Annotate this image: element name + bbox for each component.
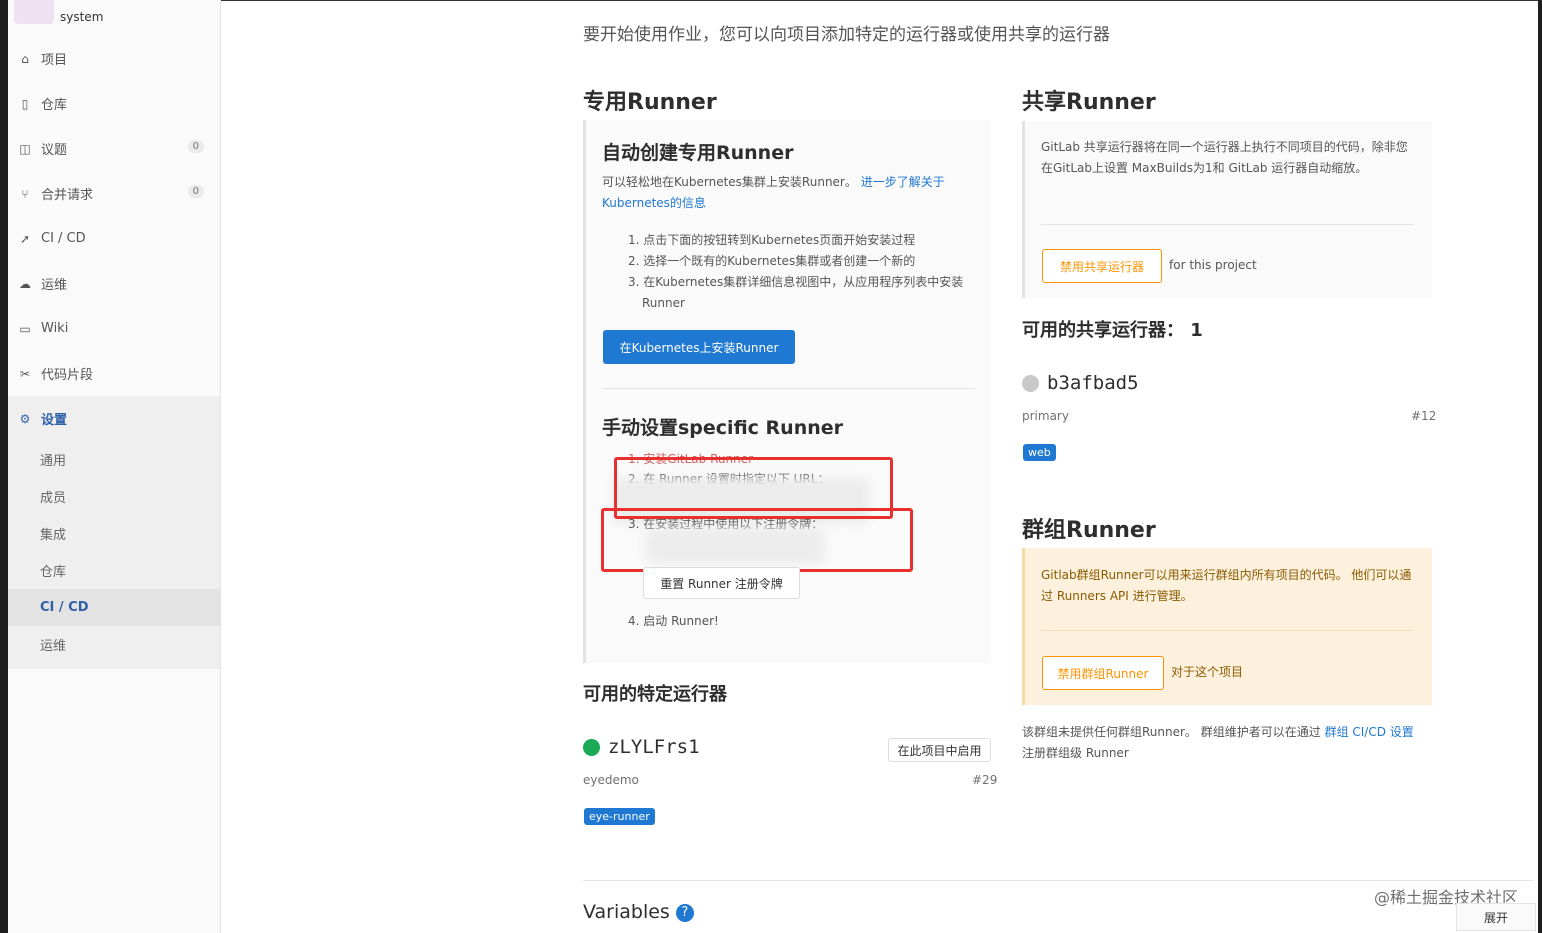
specific-runner-title: 专用Runner — [583, 90, 717, 115]
runner-online-status-icon — [583, 738, 600, 756]
window-frame-left — [0, 0, 8, 933]
issues-count-badge: 0 — [187, 140, 204, 153]
no-group-runners-text: 该群组未提供任何群组Runner。 群组维护者可以在通过 群组 CI/CD 设置… — [1022, 722, 1422, 764]
auto-create-desc-text: 可以轻松地在Kubernetes集群上安装Runner。 — [602, 175, 857, 189]
sidebar-item-issues[interactable]: ◫ 议题 0 — [8, 126, 220, 171]
settings-submenu: 通用 成员 集成 仓库 CI / CD 运维 — [8, 441, 220, 669]
expand-button[interactable]: 展开 — [1456, 903, 1536, 931]
merge-requests-count-badge: 0 — [187, 185, 204, 198]
specific-runner-name[interactable]: zLYLFrs1 — [608, 736, 700, 758]
question-icon[interactable]: ? — [675, 903, 694, 922]
doc-icon: ▯ — [21, 96, 29, 111]
runner-offline-status-icon — [1022, 374, 1039, 392]
sidebar-item-label: 设置 — [41, 413, 68, 428]
install-runner-kubernetes-button[interactable]: 在Kubernetes上安装Runner — [603, 330, 795, 364]
disable-group-runners-button[interactable]: 禁用群组Runner — [1042, 656, 1164, 690]
available-shared-runners-title: 可用的共享运行器： 1 — [1022, 320, 1203, 341]
shared-for-project-text: for this project — [1169, 258, 1257, 272]
auto-step-2: 2. 选择一个既有的Kubernetes集群或者创建一个新的 — [628, 254, 916, 268]
shared-divider — [1041, 224, 1413, 225]
sidebar-item-snippets[interactable]: ✂ 代码片段 — [8, 351, 220, 396]
shared-runner-id: #12 — [1411, 409, 1437, 423]
disable-shared-runners-button[interactable]: 禁用共享运行器 — [1042, 249, 1162, 283]
shared-runner-name[interactable]: b3afbad5 — [1047, 372, 1139, 394]
sidebar-subitem-repository[interactable]: 仓库 — [8, 552, 220, 589]
token-highlight-box — [601, 508, 913, 572]
specific-runner-row: zLYLFrs1 — [583, 736, 700, 758]
merge-icon: ⑂ — [21, 186, 29, 201]
sidebar-item-label: 合并请求 — [41, 188, 94, 203]
sidebar-item-label: Wiki — [41, 321, 69, 336]
reset-registration-token-button[interactable]: 重置 Runner 注册令牌 — [643, 567, 800, 599]
cloud-icon: ☁ — [19, 276, 31, 291]
shared-runner-desc: GitLab 共享运行器将在同一个运行器上执行不同项目的代码，除非您在GitLa… — [1041, 140, 1408, 175]
window-frame-top — [0, 0, 1542, 1]
shared-runner-title: 共享Runner — [1022, 90, 1156, 115]
sidebar-project-header[interactable]: system — [8, 0, 220, 36]
specific-runner-id: #29 — [972, 773, 998, 787]
auto-create-title: 自动创建专用Runner — [602, 142, 794, 164]
intro-text: 要开始使用作业，您可以向项目添加特定的运行器或使用共享的运行器 — [583, 25, 1110, 45]
variables-header[interactable]: Variables? — [583, 901, 694, 923]
runner-tag-web: web — [1023, 444, 1056, 461]
sidebar-subitem-operations[interactable]: 运维 — [8, 626, 220, 663]
group-divider — [1041, 630, 1413, 631]
sidebar-item-label: 代码片段 — [41, 368, 94, 383]
no-group-runners-suffix: 注册群组级 Runner — [1022, 746, 1129, 760]
auto-steps-list: 1. 点击下面的按钮转到Kubernetes页面开始安装过程 2. 选择一个既有… — [628, 230, 973, 314]
group-runner-desc: Gitlab群组Runner可以用来运行群组内所有项目的代码。 他们可以通过 R… — [1041, 568, 1412, 603]
shared-runner-desc: primary — [1022, 409, 1069, 423]
window-frame-right — [1538, 0, 1542, 933]
manual-setup-title: 手动设置specific Runner — [602, 417, 843, 439]
sidebar-item-label: 项目 — [41, 53, 68, 68]
available-specific-runners-title: 可用的特定运行器 — [583, 684, 727, 705]
runner-tag-eye-runner: eye-runner — [584, 808, 655, 825]
sidebar-item-label: CI / CD — [41, 231, 86, 246]
sidebar-item-cicd[interactable]: ➚ CI / CD — [8, 216, 220, 261]
gear-icon: ⚙ — [19, 411, 31, 426]
auto-step-3: 3. 在Kubernetes集群详细信息视图中，从应用程序列表中安装Runner — [628, 275, 964, 310]
project-avatar — [14, 0, 54, 24]
sidebar-item-project[interactable]: ⌂ 项目 — [8, 36, 220, 81]
no-group-runners-desc: 该群组未提供任何群组Runner。 群组维护者可以在通过 — [1022, 725, 1321, 739]
sidebar-item-settings[interactable]: ⚙ 设置 — [8, 396, 220, 441]
sidebar: system ⌂ 项目 ▯ 仓库 ◫ 议题 0 ⑂ 合并请求 0 ➚ CI / … — [8, 0, 221, 933]
section-divider — [603, 388, 975, 389]
sidebar-item-label: 议题 — [41, 143, 68, 158]
specific-runner-desc: eyedemo — [583, 773, 639, 787]
auto-create-desc: 可以轻松地在Kubernetes集群上安装Runner。 进一步了解关于Kube… — [602, 172, 980, 214]
sidebar-item-repository[interactable]: ▯ 仓库 — [8, 81, 220, 126]
sidebar-item-label: 仓库 — [41, 98, 68, 113]
project-name: system — [60, 10, 104, 24]
manual-step-4: 4. 启动 Runner! — [628, 614, 719, 628]
book-icon: ▭ — [19, 321, 31, 336]
shared-runner-row: b3afbad5 — [1022, 372, 1139, 394]
home-icon: ⌂ — [21, 51, 29, 66]
group-for-project-text: 对于这个项目 — [1171, 665, 1244, 679]
sidebar-item-wiki[interactable]: ▭ Wiki — [8, 306, 220, 351]
issues-icon: ◫ — [19, 141, 31, 156]
group-cicd-settings-link[interactable]: 群组 CI/CD 设置 — [1325, 725, 1414, 739]
sidebar-subitem-cicd[interactable]: CI / CD — [8, 589, 220, 626]
sidebar-item-label: 运维 — [41, 278, 68, 293]
group-runner-title: 群组Runner — [1022, 518, 1156, 543]
sidebar-subitem-members[interactable]: 成员 — [8, 478, 220, 515]
sidebar-item-merge-requests[interactable]: ⑂ 合并请求 0 — [8, 171, 220, 216]
sidebar-subitem-general[interactable]: 通用 — [8, 441, 220, 478]
variables-divider — [583, 880, 1533, 881]
variables-title: Variables — [583, 901, 670, 923]
sidebar-subitem-integrations[interactable]: 集成 — [8, 515, 220, 552]
sidebar-item-operations[interactable]: ☁ 运维 — [8, 261, 220, 306]
scissors-icon: ✂ — [19, 366, 31, 381]
enable-for-project-button[interactable]: 在此项目中启用 — [888, 738, 991, 762]
rocket-icon: ➚ — [19, 231, 31, 246]
auto-step-1: 1. 点击下面的按钮转到Kubernetes页面开始安装过程 — [628, 233, 916, 247]
